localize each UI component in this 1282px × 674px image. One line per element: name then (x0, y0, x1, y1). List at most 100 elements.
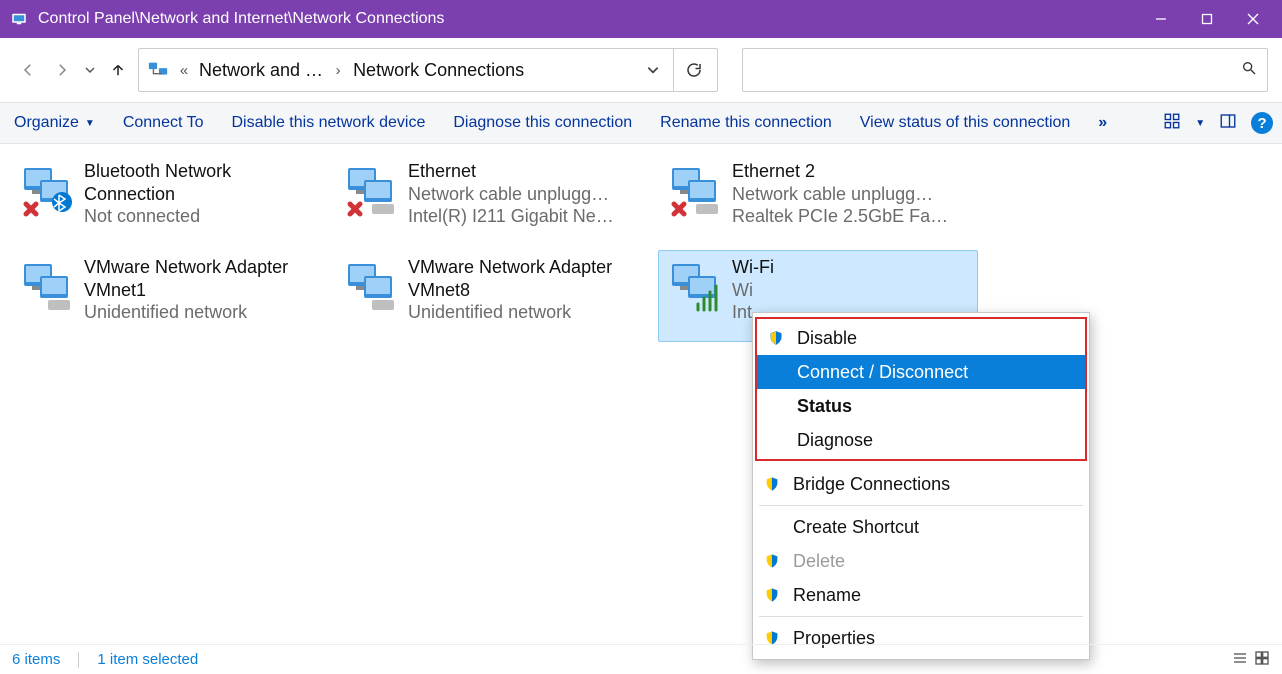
context-menu: Disable Connect / Disconnect Status Diag… (752, 312, 1090, 660)
view-mode-icon[interactable] (1163, 112, 1181, 135)
titlebar: Control Panel\Network and Internet\Netwo… (0, 0, 1282, 38)
view-controls: ▼ ? (1163, 112, 1273, 135)
ctx-rename-label: Rename (793, 585, 861, 606)
ctx-connect-disconnect[interactable]: Connect / Disconnect (757, 355, 1085, 389)
separator (759, 505, 1083, 506)
organize-menu[interactable]: Organize ▼ (14, 114, 95, 132)
overflow-chevron-icon[interactable]: » (1098, 114, 1107, 132)
connection-name: Bluetooth Network Connection (84, 160, 324, 205)
connection-texts: EthernetNetwork cable unplugg…Intel(R) I… (408, 160, 614, 228)
breadcrumb[interactable]: « Network and … › Network Connections (138, 48, 718, 92)
network-adapter-icon (16, 256, 76, 316)
network-adapter-icon (340, 256, 400, 316)
chevron-left-icon[interactable]: « (175, 62, 193, 79)
shield-icon (763, 552, 781, 570)
details-view-icon[interactable] (1232, 650, 1248, 670)
connection-item[interactable]: VMware Network Adapter VMnet1Unidentifie… (10, 250, 330, 342)
connection-status: Unidentified network (84, 301, 314, 324)
connection-status: Unidentified network (408, 301, 638, 324)
connection-name: Wi-Fi (732, 256, 774, 279)
search-input[interactable] (753, 61, 1241, 79)
connection-status: Not connected (84, 205, 314, 228)
ctx-status-label: Status (797, 396, 852, 417)
rename-label: Rename this connection (660, 114, 832, 132)
command-bar: Organize ▼ Connect To Disable this networ… (0, 102, 1282, 144)
breadcrumb-dropdown[interactable] (633, 63, 673, 77)
status-bar: 6 items 1 item selected (0, 644, 1282, 674)
chevron-down-icon: ▼ (85, 118, 95, 129)
connection-texts: VMware Network Adapter VMnet8Unidentifie… (408, 256, 648, 324)
close-button[interactable] (1230, 0, 1276, 38)
connection-item[interactable]: Bluetooth Network ConnectionNot connecte… (10, 154, 330, 246)
ctx-shortcut-label: Create Shortcut (793, 517, 919, 538)
connection-item[interactable]: VMware Network Adapter VMnet8Unidentifie… (334, 250, 654, 342)
minimize-button[interactable] (1138, 0, 1184, 38)
view-mode-dropdown[interactable]: ▼ (1195, 118, 1205, 129)
ctx-rename[interactable]: Rename (753, 578, 1089, 612)
network-adapter-icon (340, 160, 400, 220)
view-status-command[interactable]: View status of this connection (860, 114, 1071, 132)
separator (759, 616, 1083, 617)
refresh-button[interactable] (673, 49, 713, 91)
context-menu-highlighted-group: Disable Connect / Disconnect Status Diag… (755, 317, 1087, 461)
shield-icon (763, 475, 781, 493)
icons-view-icon[interactable] (1254, 650, 1270, 670)
connection-item[interactable]: Ethernet 2Network cable unplugg…Realtek … (658, 154, 978, 246)
network-adapter-icon (16, 160, 76, 220)
breadcrumb-item-current[interactable]: Network Connections (347, 60, 530, 81)
selection-count: 1 item selected (97, 651, 198, 668)
connection-texts: VMware Network Adapter VMnet1Unidentifie… (84, 256, 324, 324)
back-button[interactable] (14, 50, 42, 90)
organize-label: Organize (14, 114, 79, 132)
help-icon[interactable]: ? (1251, 112, 1273, 134)
ctx-create-shortcut[interactable]: Create Shortcut (753, 510, 1089, 544)
diagnose-label: Diagnose this connection (453, 114, 632, 132)
up-button[interactable] (104, 50, 132, 90)
chevron-right-icon: › (329, 62, 347, 79)
search-icon[interactable] (1241, 60, 1257, 80)
network-adapter-icon (664, 256, 724, 316)
network-adapter-icon (664, 160, 724, 220)
rename-command[interactable]: Rename this connection (660, 114, 832, 132)
preview-pane-icon[interactable] (1219, 112, 1237, 135)
connection-status: Network cable unplugg… (408, 183, 614, 206)
connect-to-label: Connect To (123, 114, 204, 132)
ctx-delete: Delete (753, 544, 1089, 578)
forward-button[interactable] (48, 50, 76, 90)
ctx-diagnose-label: Diagnose (797, 430, 873, 451)
history-dropdown[interactable] (82, 64, 98, 76)
maximize-button[interactable] (1184, 0, 1230, 38)
separator (78, 652, 79, 668)
connection-name: Ethernet 2 (732, 160, 948, 183)
shield-icon (767, 329, 785, 347)
diagnose-command[interactable]: Diagnose this connection (453, 114, 632, 132)
connection-status: Network cable unplugg… (732, 183, 948, 206)
ctx-bridge-label: Bridge Connections (793, 474, 950, 495)
connection-name: VMware Network Adapter VMnet1 (84, 256, 324, 301)
search-box[interactable] (742, 48, 1268, 92)
connection-detail: Intel(R) I211 Gigabit Ne… (408, 205, 614, 228)
window-title: Control Panel\Network and Internet\Netwo… (38, 10, 1138, 28)
network-connections-icon (147, 59, 169, 81)
connection-detail: Realtek PCIe 2.5GbE Fa… (732, 205, 948, 228)
connection-name: Ethernet (408, 160, 614, 183)
connection-item[interactable]: EthernetNetwork cable unplugg…Intel(R) I… (334, 154, 654, 246)
breadcrumb-item-parent[interactable]: Network and … (193, 60, 329, 81)
ctx-status[interactable]: Status (757, 389, 1085, 423)
connection-texts: Bluetooth Network ConnectionNot connecte… (84, 160, 324, 228)
connect-to-command[interactable]: Connect To (123, 114, 204, 132)
control-panel-icon (10, 10, 28, 28)
connection-status: Wi (732, 279, 774, 302)
disable-device-command[interactable]: Disable this network device (231, 114, 425, 132)
ctx-disable[interactable]: Disable (757, 321, 1085, 355)
ctx-diagnose[interactable]: Diagnose (757, 423, 1085, 457)
ctx-bridge[interactable]: Bridge Connections (753, 467, 1089, 501)
disable-label: Disable this network device (231, 114, 425, 132)
item-count: 6 items (12, 651, 60, 668)
connection-texts: Ethernet 2Network cable unplugg…Realtek … (732, 160, 948, 228)
ctx-delete-label: Delete (793, 551, 845, 572)
connection-name: VMware Network Adapter VMnet8 (408, 256, 648, 301)
ctx-connect-label: Connect / Disconnect (797, 362, 968, 383)
view-status-label: View status of this connection (860, 114, 1071, 132)
navigation-bar: « Network and … › Network Connections (0, 38, 1282, 102)
